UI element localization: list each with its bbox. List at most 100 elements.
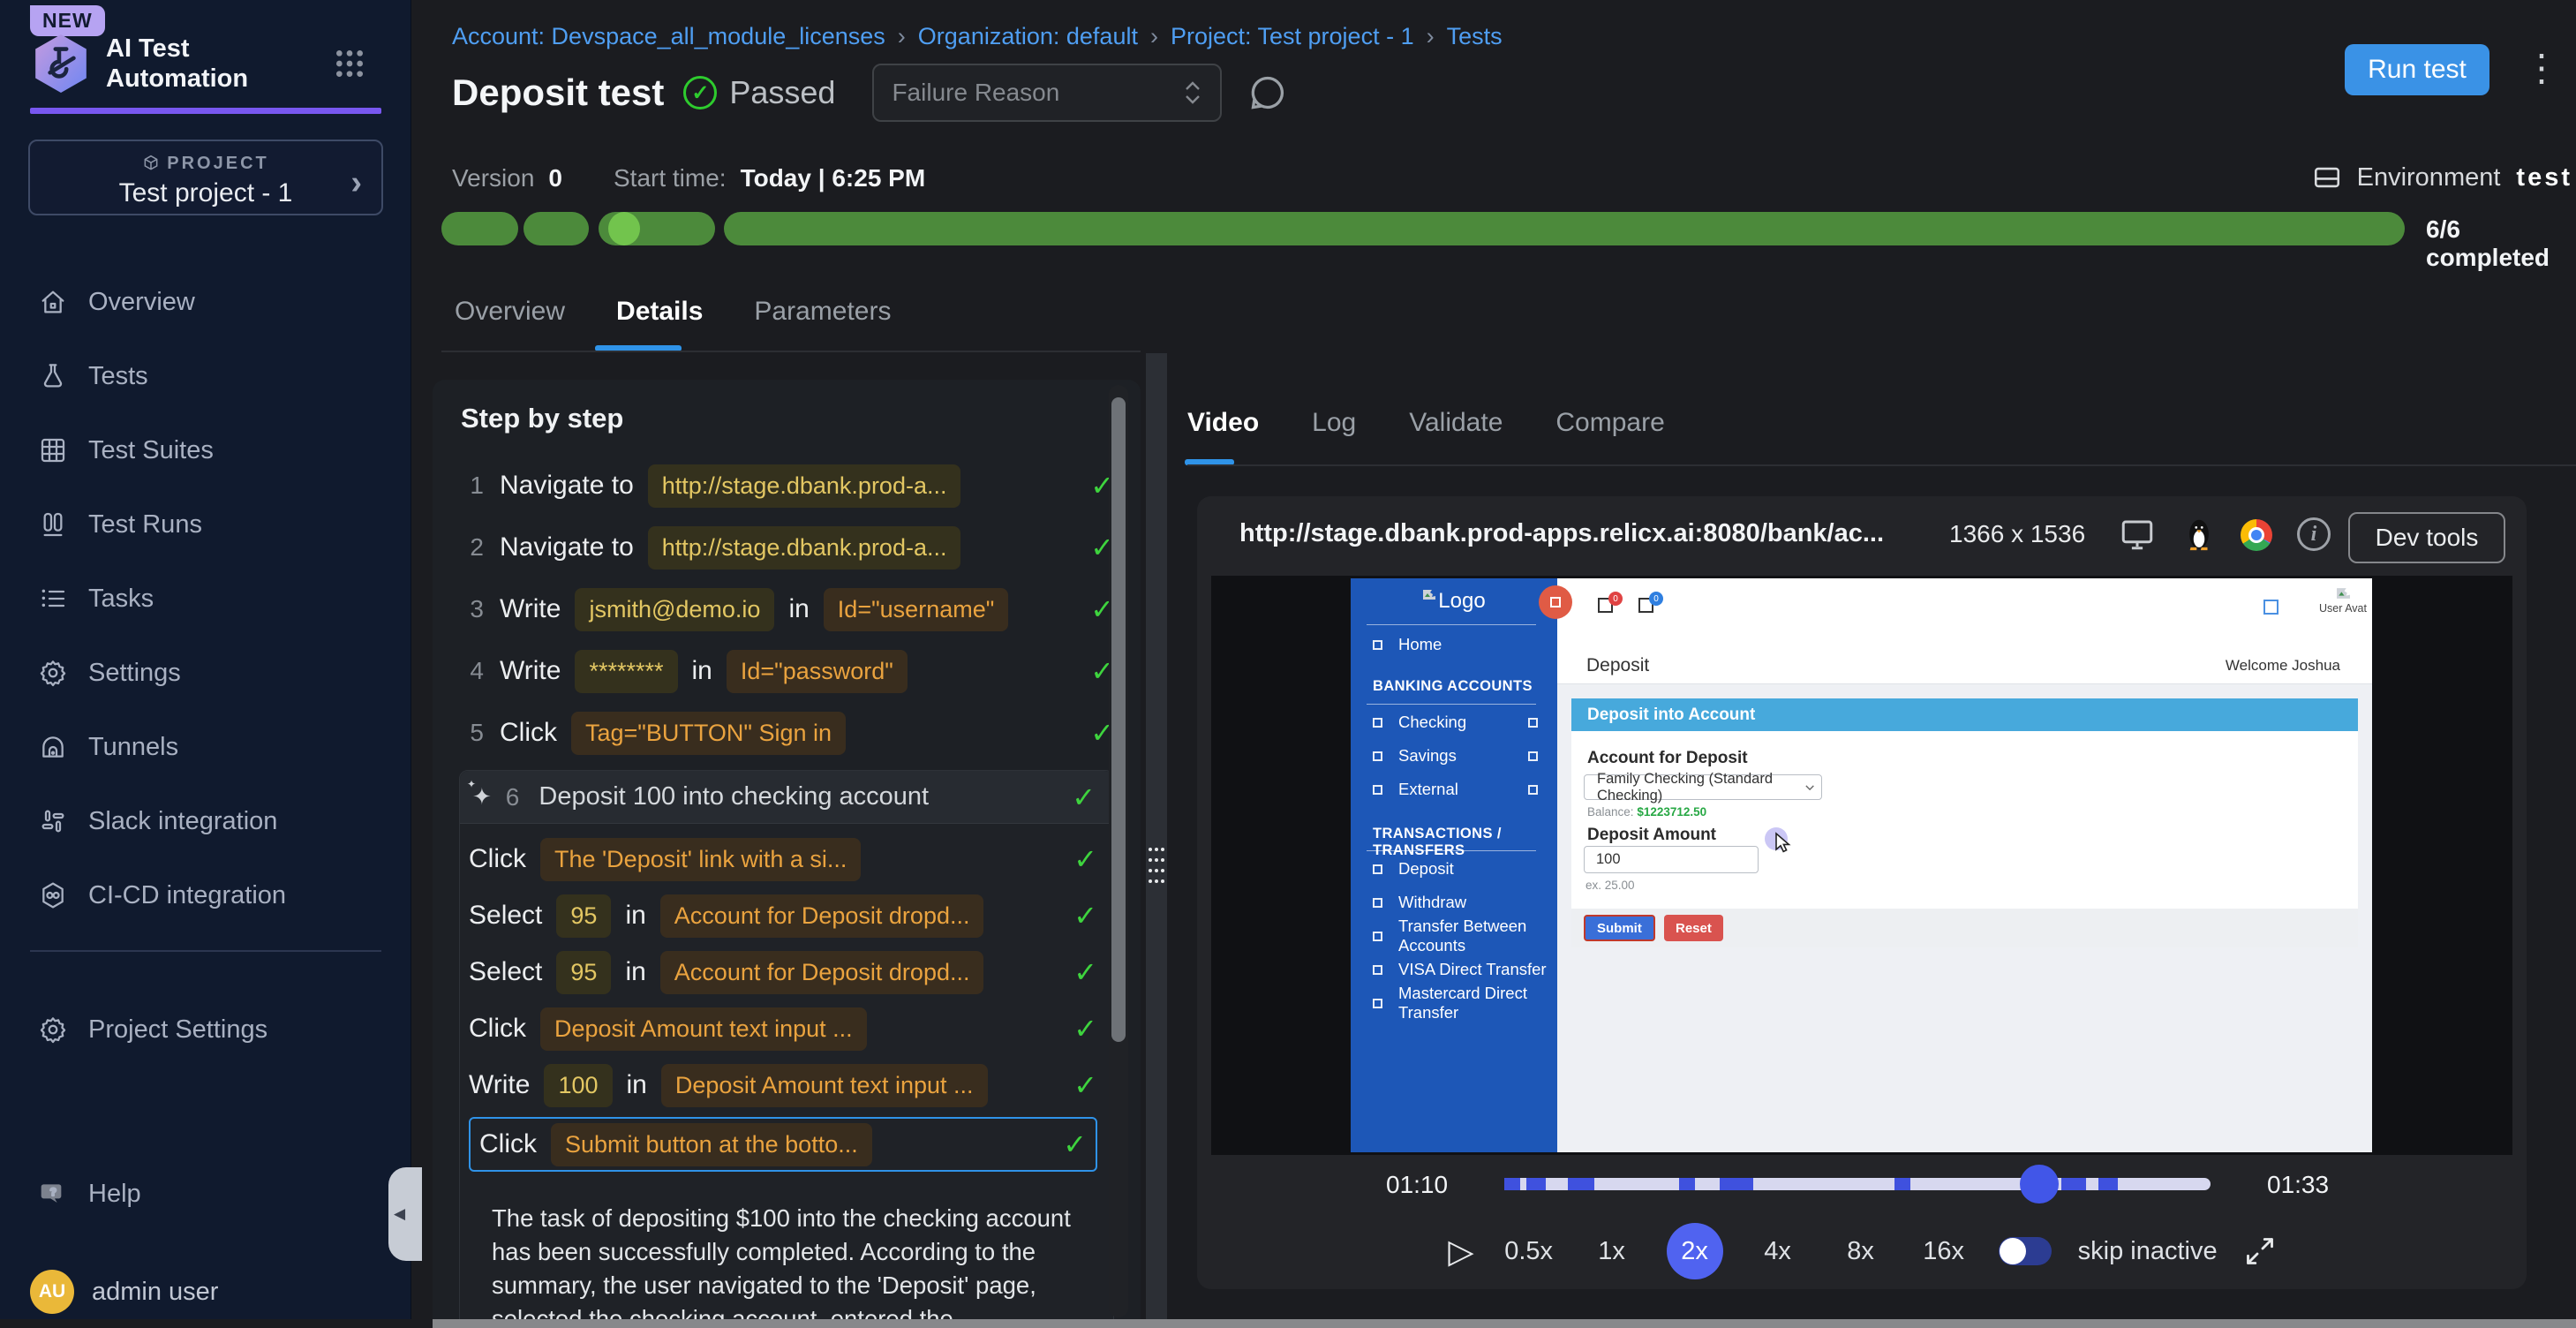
step-target-chip[interactable]: http://stage.dbank.prod-a...	[648, 526, 961, 570]
play-icon[interactable]: ▷	[1448, 1232, 1473, 1271]
run-test-button[interactable]: Run test	[2345, 44, 2489, 95]
substep-row-5[interactable]: Write 100 in Deposit Amount text input .…	[469, 1060, 1097, 1110]
step-target-chip[interactable]: Deposit Amount text input ...	[661, 1064, 988, 1107]
substep-row-2[interactable]: Select 95 in Account for Deposit dropd..…	[469, 891, 1097, 940]
sidebar-item-overview[interactable]: Overview	[0, 265, 411, 339]
sidebar-item-tests[interactable]: Tests	[0, 339, 411, 413]
step-target-chip[interactable]: Account for Deposit dropd...	[660, 894, 984, 938]
step-value-chip[interactable]: 100	[544, 1064, 612, 1107]
version-value: 0	[548, 164, 562, 192]
step-value-chip[interactable]: 95	[556, 894, 611, 938]
app-switcher-icon[interactable]	[332, 46, 367, 81]
failure-reason-select[interactable]: Failure Reason	[872, 64, 1222, 122]
bank-nav-savings[interactable]: Savings	[1351, 743, 1557, 769]
sidebar-item-tunnels[interactable]: Tunnels	[0, 710, 411, 784]
dev-tools-button[interactable]: Dev tools	[2348, 512, 2505, 563]
bank-nav-deposit[interactable]: Deposit	[1351, 856, 1557, 882]
bank-square-icon[interactable]	[2263, 600, 2278, 615]
step-target-chip[interactable]: Account for Deposit dropd...	[660, 951, 984, 994]
deposit-amount-input[interactable]	[1584, 846, 1759, 873]
bank-nav-visa[interactable]: VISA Direct Transfer	[1351, 956, 1557, 983]
step-target-chip[interactable]: Tag="BUTTON" Sign in	[571, 712, 846, 755]
bank-nav-mastercard[interactable]: Mastercard Direct Transfer	[1351, 990, 1557, 1016]
tab-validate[interactable]: Validate	[1409, 408, 1503, 438]
bank-reset-button[interactable]: Reset	[1664, 915, 1723, 941]
step-value-chip[interactable]: jsmith@demo.io	[575, 588, 774, 631]
bank-message-icon[interactable]: 0	[1638, 598, 1653, 613]
step-row-4[interactable]: 4 Write ******** in Id="password" ✓	[459, 646, 1114, 696]
bank-nav-withdraw[interactable]: Withdraw	[1351, 889, 1557, 916]
step-target-chip[interactable]: Submit button at the botto...	[551, 1123, 872, 1166]
tab-log[interactable]: Log	[1312, 408, 1356, 438]
bank-notif-icon[interactable]: 0	[1598, 598, 1613, 613]
fullscreen-icon[interactable]	[2244, 1235, 2276, 1267]
speed-16x[interactable]: 16x	[1916, 1237, 1972, 1266]
step-value-chip[interactable]: 95	[556, 951, 611, 994]
sidebar-collapse-button[interactable]: ◀	[388, 1167, 422, 1261]
bank-nav-home[interactable]: Home	[1351, 631, 1557, 658]
bank-logo[interactable]: Logo	[1351, 589, 1557, 614]
breadcrumb-tests[interactable]: Tests	[1447, 23, 1503, 50]
step-group-header[interactable]: ✦✦ 6 Deposit 100 into checking account ✓	[460, 771, 1113, 824]
bank-nav-external[interactable]: External	[1351, 776, 1557, 803]
horizontal-scrollbar[interactable]	[433, 1319, 2576, 1328]
sidebar-item-tasks[interactable]: Tasks	[0, 562, 411, 636]
scrollbar-thumb[interactable]	[1111, 397, 1126, 1042]
speed-8x[interactable]: 8x	[1833, 1237, 1889, 1266]
tab-video[interactable]: Video	[1187, 408, 1259, 438]
status-badge: Passed	[729, 74, 835, 111]
substep-row-6-selected[interactable]: Click Submit button at the botto... ✓	[469, 1117, 1097, 1172]
step-row-3[interactable]: 3 Write jsmith@demo.io in Id="username" …	[459, 585, 1114, 634]
substep-row-1[interactable]: Click The 'Deposit' link with a si... ✓	[469, 834, 1097, 884]
info-icon[interactable]: i	[2297, 517, 2331, 551]
step-row-5[interactable]: 5 Click Tag="BUTTON" Sign in ✓	[459, 708, 1114, 758]
step-success-icon: ✓	[1063, 1128, 1087, 1161]
step-value-chip[interactable]: ********	[575, 650, 677, 693]
drag-handle-icon[interactable]	[1148, 848, 1165, 883]
tab-overview[interactable]: Overview	[455, 297, 565, 327]
step-target-chip[interactable]: Id="username"	[824, 588, 1009, 631]
step-target-chip[interactable]: http://stage.dbank.prod-a...	[648, 464, 961, 508]
step-row-2[interactable]: 2 Navigate to http://stage.dbank.prod-a.…	[459, 523, 1114, 572]
user-menu[interactable]: AU admin user	[30, 1270, 218, 1314]
tab-parameters[interactable]: Parameters	[754, 297, 891, 327]
timeline-track[interactable]	[1504, 1178, 2211, 1190]
sidebar-item-test-runs[interactable]: Test Runs	[0, 487, 411, 562]
bank-nav-transfer[interactable]: Transfer Between Accounts	[1351, 923, 1557, 949]
video-viewport[interactable]: Logo Home BANKING ACCOUNTS Checking Savi…	[1211, 576, 2512, 1155]
speed-1x[interactable]: 1x	[1584, 1237, 1640, 1266]
bank-nav-checking[interactable]: Checking	[1351, 709, 1557, 736]
step-target-chip[interactable]: The 'Deposit' link with a si...	[540, 838, 861, 881]
substep-row-4[interactable]: Click Deposit Amount text input ... ✓	[469, 1004, 1097, 1053]
step-target-chip[interactable]: Deposit Amount text input ...	[540, 1007, 867, 1051]
speed-4x[interactable]: 4x	[1750, 1237, 1806, 1266]
sidebar-item-cicd[interactable]: CI-CD integration	[0, 858, 411, 932]
progress-bar[interactable]	[441, 212, 2405, 245]
project-selector[interactable]: PROJECT Test project - 1 ›	[28, 140, 383, 215]
step-target-chip[interactable]: Id="password"	[727, 650, 908, 693]
sidebar-item-help[interactable]: ? Help	[0, 1157, 411, 1231]
steps-scrollbar[interactable]	[1109, 385, 1128, 1317]
tab-details[interactable]: Details	[616, 297, 703, 327]
breadcrumb-project[interactable]: Project: Test project - 1	[1171, 23, 1414, 50]
comment-icon[interactable]	[1248, 73, 1287, 112]
breadcrumb-account[interactable]: Account: Devspace_all_module_licenses	[452, 23, 885, 50]
sidebar-item-settings[interactable]: Settings	[0, 636, 411, 710]
user-avatar-placeholder[interactable]: User Avat	[2318, 587, 2368, 615]
speed-2x-active[interactable]: 2x	[1667, 1223, 1723, 1279]
sidebar-item-project-settings[interactable]: Project Settings	[0, 992, 411, 1067]
account-for-deposit-select[interactable]: Family Checking (Standard Checking)	[1584, 774, 1822, 800]
bank-submit-button[interactable]: Submit	[1584, 915, 1655, 941]
breadcrumb-organization[interactable]: Organization: default	[918, 23, 1138, 50]
speed-0_5x[interactable]: 0.5x	[1501, 1237, 1557, 1266]
tab-compare[interactable]: Compare	[1555, 408, 1664, 438]
sidebar-item-test-suites[interactable]: Test Suites	[0, 413, 411, 487]
substep-row-3[interactable]: Select 95 in Account for Deposit dropd..…	[469, 947, 1097, 997]
skip-inactive-toggle[interactable]	[1999, 1237, 2052, 1265]
step-row-1[interactable]: 1 Navigate to http://stage.dbank.prod-a.…	[459, 461, 1114, 510]
kebab-menu-icon[interactable]: ⋮	[2523, 46, 2560, 89]
step-group-title: Deposit 100 into checking account	[539, 782, 929, 811]
panel-splitter[interactable]	[1146, 353, 1167, 1321]
timeline-playhead[interactable]	[2020, 1165, 2059, 1204]
sidebar-item-slack[interactable]: Slack integration	[0, 784, 411, 858]
